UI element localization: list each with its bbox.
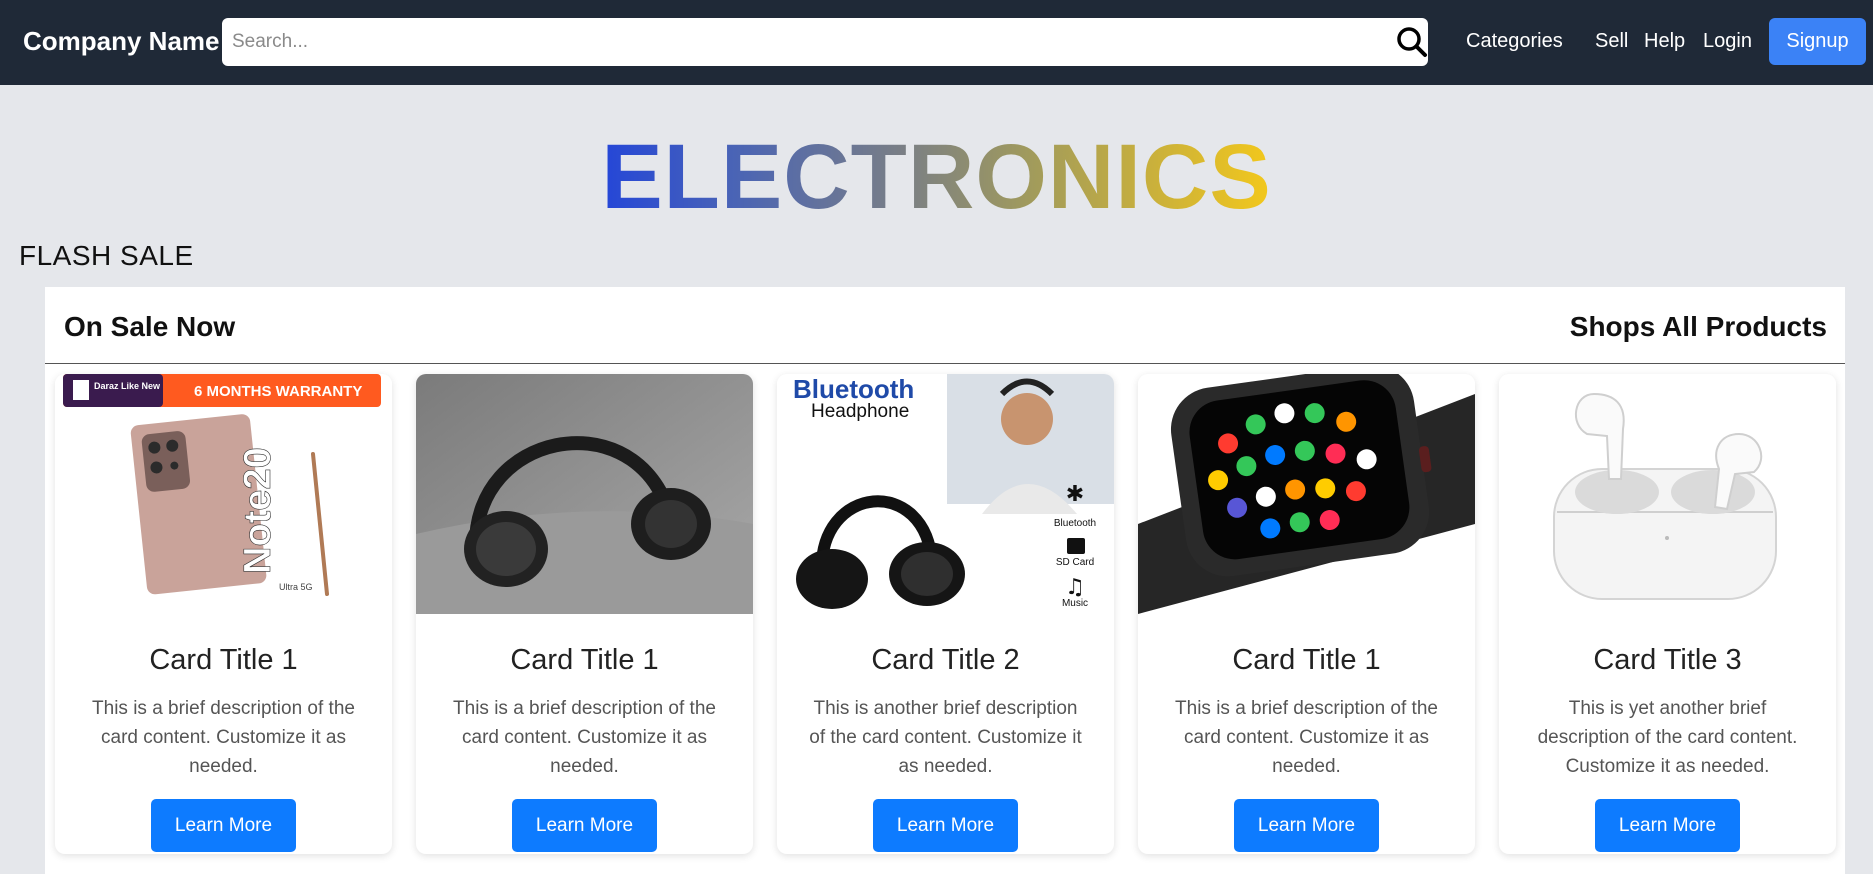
nav-link-login[interactable]: Login (1703, 30, 1752, 53)
ad-title-text: Bluetooth (793, 374, 914, 404)
product-image[interactable]: Daraz Like New 6 MONTHS WARRANTY Note20 … (55, 374, 392, 614)
learn-more-button[interactable]: Learn More (1595, 799, 1740, 852)
signup-button[interactable]: Signup (1769, 18, 1866, 65)
product-card: Bluetooth Headphone ✱ Bluetooth SD Card … (777, 374, 1114, 854)
product-card: Card Title 1 This is a brief description… (1138, 374, 1475, 854)
product-image[interactable] (416, 374, 753, 614)
product-card: Card Title 1 This is a brief description… (416, 374, 753, 854)
learn-more-button[interactable]: Learn More (873, 799, 1018, 852)
card-title: Card Title 1 (1232, 644, 1381, 676)
hero-title: ELECTRONICS (0, 122, 1873, 232)
hero-title-text: ELECTRONICS (601, 126, 1272, 228)
feature-music-text: Music (1062, 598, 1088, 609)
product-image[interactable] (1138, 374, 1475, 614)
ad-sub-text: Headphone (811, 401, 909, 422)
brand-logo[interactable]: Company Name (23, 26, 220, 57)
banner-brand-text: Daraz Like New (94, 381, 161, 391)
phone-model-text: Note20 (237, 447, 279, 574)
card-description: This is yet another brief description of… (1537, 698, 1798, 777)
nav-link-sell[interactable]: Sell (1595, 30, 1628, 53)
learn-more-button[interactable]: Learn More (512, 799, 657, 852)
sd-card-icon (1067, 538, 1085, 554)
feature-sdcard-text: SD Card (1056, 557, 1094, 568)
card-title: Card Title 2 (871, 644, 1020, 676)
product-image[interactable]: Bluetooth Headphone ✱ Bluetooth SD Card … (777, 374, 1114, 614)
phone-sub-text: Ultra 5G (279, 582, 313, 592)
card-title: Card Title 1 (149, 644, 298, 676)
card-description: This is a brief description of the card … (453, 698, 716, 777)
card-title: Card Title 3 (1593, 644, 1742, 676)
product-card: Card Title 3 This is yet another brief d… (1499, 374, 1836, 854)
search-bar (222, 18, 1428, 66)
learn-more-button[interactable]: Learn More (151, 799, 296, 852)
bluetooth-icon: ✱ (1066, 482, 1084, 507)
top-navbar: Company Name Categories Sell Help Login … (0, 0, 1873, 85)
learn-more-button[interactable]: Learn More (1234, 799, 1379, 852)
product-card: Daraz Like New 6 MONTHS WARRANTY Note20 … (55, 374, 392, 854)
nav-link-help[interactable]: Help (1644, 30, 1685, 53)
on-sale-title: On Sale Now (64, 311, 236, 342)
card-description: This is a brief description of the card … (1175, 698, 1438, 777)
panel-header: On Sale Now Shops All Products (45, 287, 1845, 364)
card-description: This is another brief description of the… (809, 698, 1082, 777)
nav-link-categories[interactable]: Categories (1466, 30, 1563, 53)
search-icon[interactable] (1396, 26, 1428, 58)
card-description: This is a brief description of the card … (92, 698, 355, 777)
search-input[interactable] (232, 18, 1382, 66)
banner-warranty-text: 6 MONTHS WARRANTY (194, 383, 362, 400)
feature-bluetooth-text: Bluetooth (1054, 518, 1096, 529)
music-note-icon: ♫ (1065, 575, 1085, 600)
shop-all-products-link[interactable]: Shops All Products (1570, 311, 1827, 343)
flash-sale-panel: On Sale Now Shops All Products Daraz Lik… (45, 287, 1845, 874)
card-title: Card Title 1 (510, 644, 659, 676)
product-image[interactable] (1499, 374, 1836, 614)
section-label: FLASH SALE (19, 240, 194, 271)
